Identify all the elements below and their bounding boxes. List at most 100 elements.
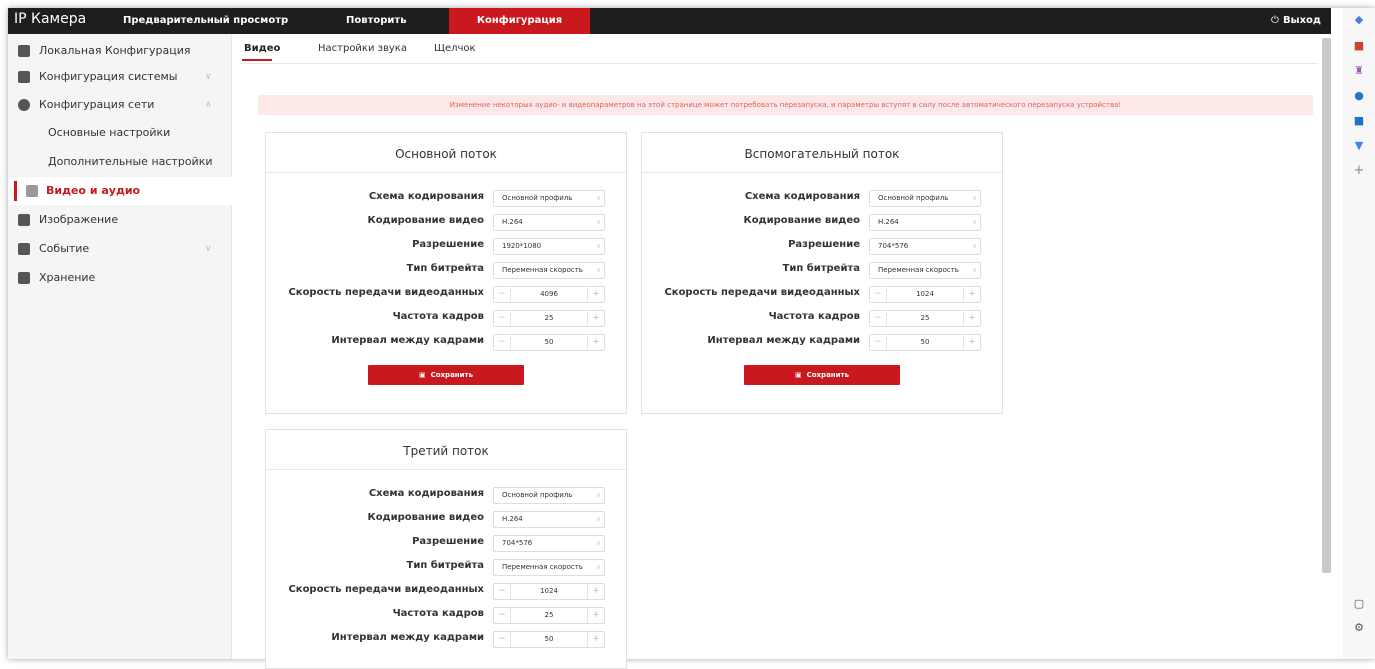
sidebar-item-label: Событие (39, 242, 90, 255)
resolution-select[interactable]: 704*576 ∨ (869, 238, 981, 255)
resolution-select[interactable]: 1920*1080 ∨ (493, 238, 605, 255)
increment-button[interactable]: + (963, 311, 980, 326)
sidebar-item-advanced-settings[interactable]: Дополнительные настройки (8, 148, 232, 176)
stepper-value[interactable]: 50 (512, 632, 586, 647)
chevron-down-icon: ∨ (971, 194, 977, 202)
increment-button[interactable]: + (963, 335, 980, 350)
chevron-down-icon: ∨ (205, 244, 212, 254)
system-icon (18, 71, 30, 83)
logout-label: Выход (1282, 15, 1321, 26)
framerate-stepper: − 25 + (493, 310, 605, 327)
decrement-button[interactable]: − (494, 287, 511, 302)
sidebar-item-label: Основные настройки (48, 126, 171, 139)
sub-stream-panel: Вспомогательный поток Схема кодирования … (641, 132, 1003, 414)
sidebar-item-label: Изображение (39, 213, 119, 226)
decrement-button[interactable]: − (494, 632, 511, 647)
third-stream-panel: Третий поток Схема кодирования Основной … (265, 429, 627, 669)
logout-button[interactable]: ⏻ Выход (1271, 8, 1321, 34)
encoding-scheme-select[interactable]: Основной профиль ∨ (869, 190, 981, 207)
sidebar-item-system-config[interactable]: Конфигурация системы ∨ (8, 63, 232, 91)
sidebar-item-label: Конфигурация сети (39, 98, 155, 111)
chevron-down-icon: ∨ (595, 539, 601, 547)
globe-icon (18, 99, 30, 111)
add-icon[interactable]: + (1351, 163, 1367, 179)
nav-configuration[interactable]: Конфигурация (449, 8, 590, 34)
stepper-value[interactable]: 25 (888, 311, 962, 326)
briefcase-icon[interactable]: ■ (1351, 38, 1367, 54)
encoding-scheme-label: Схема кодирования (368, 488, 484, 499)
bitrate-type-select[interactable]: Переменная скорость ∨ (869, 262, 981, 279)
stepper-value[interactable]: 4096 (512, 287, 586, 302)
video-encoding-select[interactable]: H.264 ∨ (493, 511, 605, 528)
stepper-value[interactable]: 25 (512, 311, 586, 326)
increment-button[interactable]: + (587, 584, 604, 599)
sidebar-item-label: Дополнительные настройки (48, 155, 213, 168)
stepper-value[interactable]: 50 (512, 335, 586, 350)
extension-icon[interactable]: ◆ (1351, 12, 1367, 28)
tab-audio-settings[interactable]: Настройки звука (318, 43, 407, 54)
decrement-button[interactable]: − (494, 335, 511, 350)
active-indicator (14, 181, 17, 201)
increment-button[interactable]: + (587, 632, 604, 647)
video-encoding-select[interactable]: H.264 ∨ (869, 214, 981, 231)
stepper-value[interactable]: 50 (888, 335, 962, 350)
nav-playback[interactable]: Повторить (346, 8, 407, 34)
increment-button[interactable]: + (963, 287, 980, 302)
save-button[interactable]: ▣ Сохранить (368, 365, 524, 385)
stepper-value[interactable]: 1024 (512, 584, 586, 599)
tab-snapshot[interactable]: Щелчок (434, 43, 476, 54)
tab-video[interactable]: Видео (244, 43, 280, 54)
decrement-button[interactable]: − (494, 608, 511, 623)
select-value: Основной профиль (502, 491, 573, 499)
chess-icon[interactable]: ♜ (1351, 63, 1367, 79)
resolution-label: Разрешение (788, 239, 860, 250)
decrement-button[interactable]: − (870, 335, 887, 350)
encoding-scheme-select[interactable]: Основной профиль ∨ (493, 487, 605, 504)
sidebar-item-video-audio[interactable]: Видео и аудио (8, 177, 232, 205)
sidebar-toggle-icon[interactable]: ▢ (1351, 596, 1367, 612)
chevron-down-icon: ∨ (595, 266, 601, 274)
bird-icon[interactable]: ▼ (1351, 138, 1367, 154)
select-value: Основной профиль (502, 194, 573, 202)
bitrate-label: Скорость передачи видеоданных (288, 584, 484, 595)
bitrate-type-label: Тип битрейта (782, 263, 861, 274)
increment-button[interactable]: + (587, 608, 604, 623)
bitrate-type-select[interactable]: Переменная скорость ∨ (493, 262, 605, 279)
outlook-icon[interactable]: ■ (1351, 113, 1367, 129)
select-value: 1920*1080 (502, 242, 542, 250)
save-button[interactable]: ▣ Сохранить (744, 365, 900, 385)
select-value: 704*576 (502, 539, 533, 547)
decrement-button[interactable]: − (870, 311, 887, 326)
decrement-button[interactable]: − (494, 311, 511, 326)
sidebar-item-network-config[interactable]: Конфигурация сети ∧ (8, 91, 232, 119)
vertical-scrollbar[interactable] (1322, 38, 1331, 573)
settings-icon[interactable]: ⚙ (1351, 620, 1367, 636)
sidebar-item-image[interactable]: Изображение (8, 206, 232, 234)
chevron-down-icon: ∨ (971, 266, 977, 274)
sidebar-item-basic-settings[interactable]: Основные настройки (8, 119, 232, 147)
bitrate-label: Скорость передачи видеоданных (664, 287, 860, 298)
decrement-button[interactable]: − (870, 287, 887, 302)
increment-button[interactable]: + (587, 287, 604, 302)
encoding-scheme-select[interactable]: Основной профиль ∨ (493, 190, 605, 207)
decrement-button[interactable]: − (494, 584, 511, 599)
nav-preview[interactable]: Предварительный просмотр (123, 8, 288, 34)
browser-frame: IP Камера Предварительный просмотр Повто… (8, 8, 1375, 669)
iframe-interval-label: Интервал между кадрами (331, 335, 484, 346)
chevron-down-icon: ∨ (595, 515, 601, 523)
video-encoding-select[interactable]: H.264 ∨ (493, 214, 605, 231)
bitrate-type-select[interactable]: Переменная скорость ∨ (493, 559, 605, 576)
sidebar-item-storage[interactable]: Хранение (8, 264, 232, 292)
storage-icon (18, 272, 30, 284)
save-label: Сохранить (806, 371, 850, 379)
circle-icon[interactable]: ● (1351, 88, 1367, 104)
sidebar-item-local-config[interactable]: Локальная Конфигурация (8, 37, 232, 65)
increment-button[interactable]: + (587, 311, 604, 326)
iframe-interval-stepper: − 50 + (869, 334, 981, 351)
resolution-select[interactable]: 704*576 ∨ (493, 535, 605, 552)
increment-button[interactable]: + (587, 335, 604, 350)
stepper-value[interactable]: 1024 (888, 287, 962, 302)
stepper-value[interactable]: 25 (512, 608, 586, 623)
chevron-down-icon: ∨ (595, 242, 601, 250)
sidebar-item-event[interactable]: Событие ∨ (8, 235, 232, 263)
